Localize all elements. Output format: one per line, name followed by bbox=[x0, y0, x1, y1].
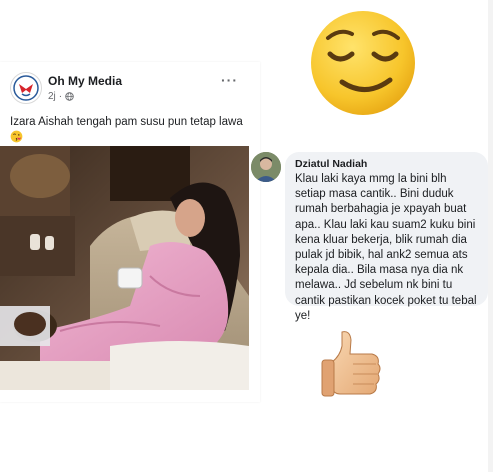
oh-my-media-logo-icon bbox=[13, 75, 39, 101]
separator-dot: · bbox=[58, 91, 63, 102]
globe-icon bbox=[65, 92, 74, 101]
comment-text: Klau laki kaya mmg la bini blh setiap ma… bbox=[295, 173, 477, 322]
relieved-face-emoji-icon bbox=[311, 11, 415, 115]
thumbs-up-emoji-icon bbox=[321, 331, 381, 397]
post-photo[interactable] bbox=[0, 146, 249, 390]
scrollbar[interactable] bbox=[488, 0, 493, 472]
post-header: Oh My Media 2j · ··· bbox=[10, 72, 250, 106]
page-name[interactable]: Oh My Media bbox=[48, 74, 122, 88]
post-meta: 2j · bbox=[48, 91, 74, 102]
caption-text: Izara Aishah tengah pam susu pun tetap l… bbox=[10, 116, 243, 128]
facebook-post: Oh My Media 2j · ··· Izara Aishah tengah… bbox=[0, 62, 260, 402]
more-options-button[interactable]: ··· bbox=[221, 72, 238, 88]
comment-bubble: Dziatul Nadiah Klau laki kaya mmg la bin… bbox=[285, 152, 488, 322]
post-time[interactable]: 2j bbox=[48, 91, 56, 102]
comment-author[interactable]: Dziatul Nadiah bbox=[295, 158, 478, 170]
commenter-avatar[interactable] bbox=[251, 152, 281, 182]
post-caption: Izara Aishah tengah pam susu pun tetap l… bbox=[10, 114, 250, 146]
page-avatar[interactable] bbox=[10, 72, 42, 104]
kissing-face-emoji-icon bbox=[10, 130, 23, 143]
avatar-photo bbox=[251, 152, 281, 182]
